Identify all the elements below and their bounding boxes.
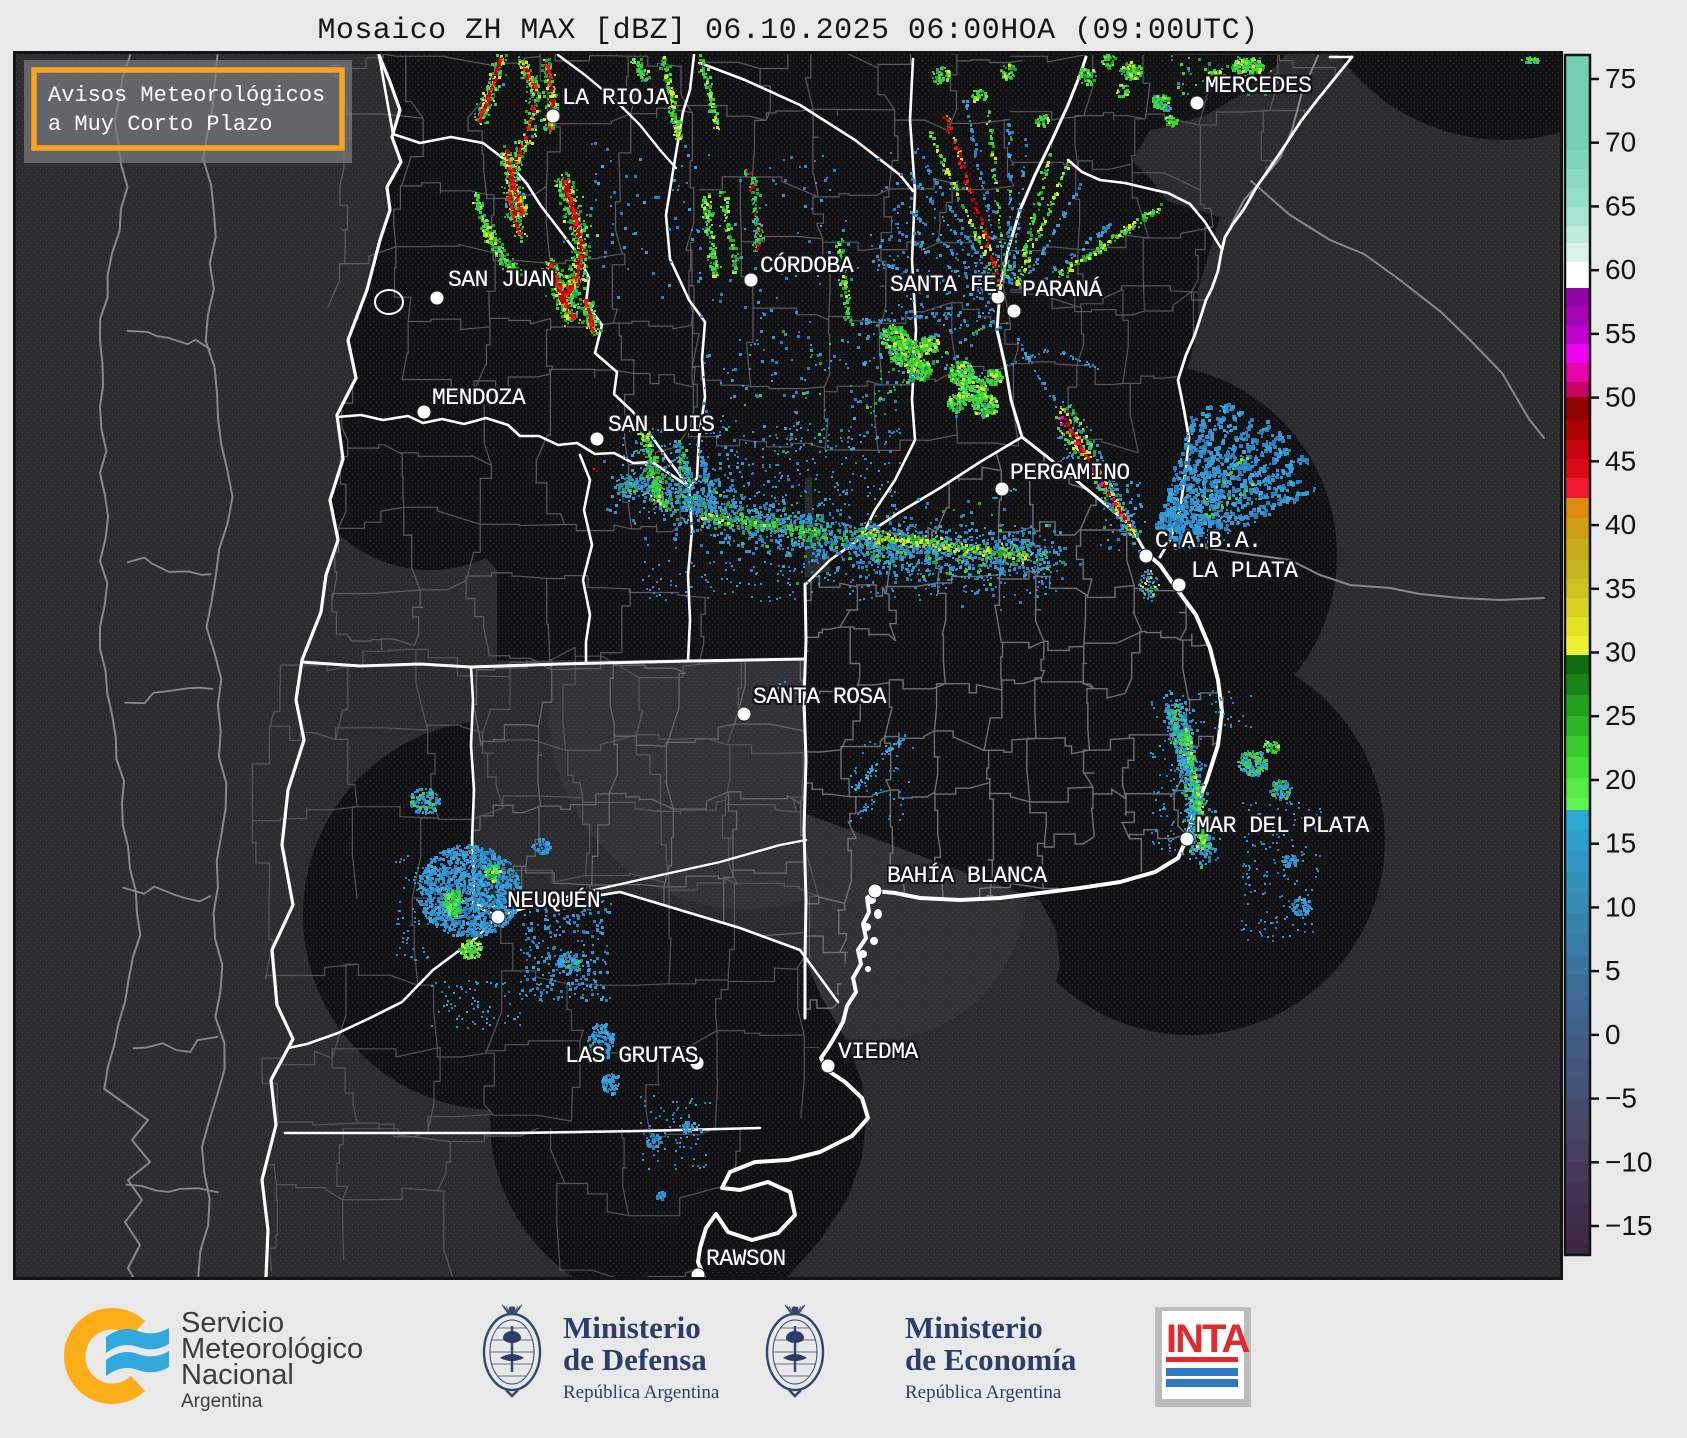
svg-text:República Argentina: República Argentina [563,1382,720,1403]
svg-text:INTA: INTA [1166,1317,1249,1361]
svg-text:de Economía: de Economía [905,1342,1077,1377]
svg-text:Ministerio: Ministerio [563,1310,701,1345]
svg-text:Nacional: Nacional [181,1359,294,1391]
svg-text:Argentina: Argentina [181,1391,263,1412]
svg-text:República Argentina: República Argentina [905,1382,1062,1403]
svg-text:Ministerio: Ministerio [905,1310,1043,1345]
svg-text:de Defensa: de Defensa [563,1342,707,1377]
